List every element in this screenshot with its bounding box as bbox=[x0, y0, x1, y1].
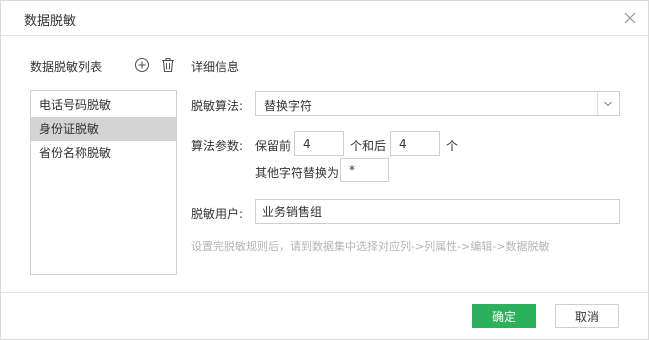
keep-back-input[interactable] bbox=[390, 131, 440, 156]
algorithm-select[interactable]: 替换字符 bbox=[255, 91, 620, 116]
hint-text: 设置完脱敏规则后，请到数据集中选择对应列->列属性->编辑->数据脱敏 bbox=[191, 240, 550, 253]
close-icon[interactable] bbox=[623, 11, 637, 25]
confirm-button[interactable]: 确定 bbox=[472, 304, 536, 328]
dialog-titlebar: 数据脱敏 bbox=[1, 1, 648, 36]
users-input[interactable] bbox=[255, 199, 620, 224]
masking-list-title: 数据脱敏列表 bbox=[30, 60, 103, 74]
replace-char-input[interactable] bbox=[340, 158, 389, 182]
algorithm-label: 脱敏算法: bbox=[191, 99, 244, 113]
keep-front-input[interactable] bbox=[294, 131, 344, 156]
dialog-footer bbox=[1, 292, 648, 340]
detail-title: 详细信息 bbox=[191, 60, 240, 74]
and-back-label: 个和后 bbox=[350, 139, 387, 153]
list-item-label: 电话号码脱敏 bbox=[39, 98, 112, 112]
algorithm-select-value: 替换字符 bbox=[264, 99, 313, 113]
chevron-down-icon[interactable] bbox=[603, 99, 613, 109]
keep-front-label: 保留前 bbox=[255, 139, 292, 153]
masking-rule-list: 电话号码脱敏 身份证脱敏 省份名称脱敏 bbox=[30, 90, 177, 275]
list-item-phone[interactable]: 电话号码脱敏 bbox=[31, 93, 176, 117]
data-masking-dialog: 数据脱敏 数据脱敏列表 电话号码脱敏 身份证脱敏 省份名称脱敏 详细信息 脱敏算… bbox=[0, 0, 649, 340]
unit-label: 个 bbox=[446, 139, 459, 153]
list-item-label: 身份证脱敏 bbox=[39, 122, 100, 136]
list-item-id-card[interactable]: 身份证脱敏 bbox=[31, 117, 176, 141]
trash-icon[interactable] bbox=[160, 57, 176, 73]
add-circle-icon[interactable] bbox=[134, 57, 150, 73]
cancel-button[interactable]: 取消 bbox=[555, 304, 619, 328]
dialog-title: 数据脱敏 bbox=[24, 14, 77, 29]
params-label: 算法参数: bbox=[191, 139, 244, 153]
users-label: 脱敏用户: bbox=[191, 207, 244, 221]
replace-with-label: 其他字符替换为 bbox=[255, 166, 340, 180]
list-item-province[interactable]: 省份名称脱敏 bbox=[31, 141, 176, 165]
list-item-label: 省份名称脱敏 bbox=[39, 146, 112, 160]
select-divider bbox=[597, 92, 598, 115]
